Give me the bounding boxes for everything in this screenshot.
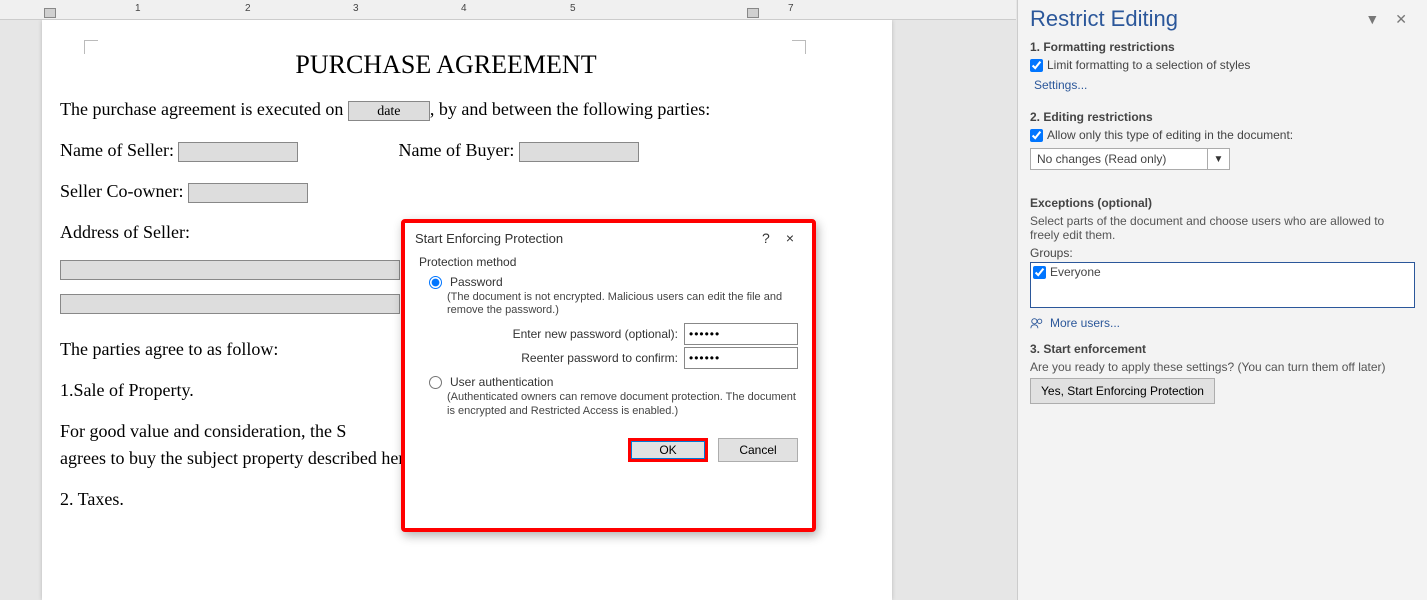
margin-corner — [84, 40, 98, 54]
exceptions-head: Exceptions (optional) — [1030, 196, 1415, 210]
everyone-checkbox[interactable] — [1033, 266, 1046, 279]
name-buyer-field[interactable] — [519, 142, 639, 162]
protection-method-group: Protection method — [419, 255, 798, 269]
seller-coowner-field[interactable] — [188, 183, 308, 203]
ruler-num: 5 — [570, 3, 576, 14]
dialog-close-button[interactable]: × — [778, 230, 802, 246]
date-field[interactable]: date — [348, 101, 430, 121]
password-radio[interactable] — [429, 276, 442, 289]
name-seller-field[interactable] — [178, 142, 298, 162]
password-desc: (The document is not encrypted. Maliciou… — [447, 291, 798, 317]
name-buyer-label: Name of Buyer: — [398, 140, 514, 160]
start-enforcing-protection-button[interactable]: Yes, Start Enforcing Protection — [1030, 378, 1215, 404]
exceptions-desc: Select parts of the document and choose … — [1030, 214, 1415, 242]
editing-restrictions-head: 2. Editing restrictions — [1030, 110, 1415, 124]
panel-close-icon[interactable]: ✕ — [1387, 11, 1415, 28]
more-users-link[interactable]: More users... — [1030, 316, 1415, 330]
user-auth-radio[interactable] — [429, 376, 442, 389]
restrict-editing-panel: Restrict Editing ▼ ✕ 1. Formatting restr… — [1017, 0, 1427, 600]
dialog-help-button[interactable]: ? — [754, 230, 778, 246]
ruler-num: 7 — [788, 3, 794, 14]
cancel-button[interactable]: Cancel — [718, 438, 798, 462]
settings-link[interactable]: Settings... — [1034, 78, 1087, 92]
ruler-num: 4 — [461, 3, 467, 14]
dialog-title: Start Enforcing Protection — [415, 231, 754, 246]
start-enforcing-protection-dialog: Start Enforcing Protection ? × Protectio… — [401, 219, 816, 532]
good-value: For good value and consideration, the S — [60, 421, 346, 441]
para1-suffix: , by and between the following parties: — [430, 99, 710, 119]
password-radio-label[interactable]: Password — [450, 275, 503, 289]
formatting-restrictions-head: 1. Formatting restrictions — [1030, 40, 1415, 54]
ok-button[interactable]: OK — [628, 438, 708, 462]
ruler-num: 3 — [353, 3, 359, 14]
start-enforcement-desc: Are you ready to apply these settings? (… — [1030, 360, 1415, 374]
editing-type-dropdown-button[interactable]: ▼ — [1208, 148, 1230, 170]
chevron-down-icon: ▼ — [1214, 154, 1224, 165]
groups-label: Groups: — [1030, 246, 1415, 260]
limit-formatting-checkbox[interactable] — [1030, 59, 1043, 72]
reenter-password-label: Reenter password to confirm: — [521, 351, 678, 365]
user-auth-desc: (Authenticated owners can remove documen… — [447, 391, 798, 417]
ruler-right-indent[interactable] — [747, 8, 759, 18]
panel-title: Restrict Editing — [1030, 6, 1357, 32]
ruler-left-indent[interactable] — [44, 8, 56, 18]
user-auth-radio-label[interactable]: User authentication — [450, 375, 553, 389]
name-seller-label: Name of Seller: — [60, 140, 174, 160]
reenter-password-input[interactable] — [684, 347, 798, 369]
ruler[interactable]: 1 2 3 4 5 7 — [0, 0, 1016, 20]
ruler-num: 2 — [245, 3, 251, 14]
users-icon — [1030, 317, 1044, 329]
everyone-label[interactable]: Everyone — [1050, 265, 1101, 279]
groups-listbox[interactable]: Everyone — [1030, 262, 1415, 308]
allow-editing-label[interactable]: Allow only this type of editing in the d… — [1047, 128, 1293, 142]
limit-formatting-label[interactable]: Limit formatting to a selection of style… — [1047, 58, 1250, 72]
panel-dropdown-icon[interactable]: ▼ — [1357, 11, 1387, 27]
ruler-num: 1 — [135, 3, 141, 14]
address-line2[interactable] — [60, 294, 400, 314]
enter-password-label: Enter new password (optional): — [513, 327, 678, 341]
more-users-label: More users... — [1050, 316, 1120, 330]
described: agrees to buy the subject property descr… — [60, 448, 431, 468]
start-enforcement-head: 3. Start enforcement — [1030, 342, 1415, 356]
editing-type-select[interactable]: No changes (Read only) — [1030, 148, 1208, 170]
allow-editing-checkbox[interactable] — [1030, 129, 1043, 142]
enter-password-input[interactable] — [684, 323, 798, 345]
address-line1[interactable] — [60, 260, 400, 280]
seller-coowner-label: Seller Co-owner: — [60, 181, 183, 201]
doc-title: PURCHASE AGREEMENT — [60, 50, 832, 80]
para1-prefix: The purchase agreement is executed on — [60, 99, 343, 119]
margin-corner — [792, 40, 806, 54]
